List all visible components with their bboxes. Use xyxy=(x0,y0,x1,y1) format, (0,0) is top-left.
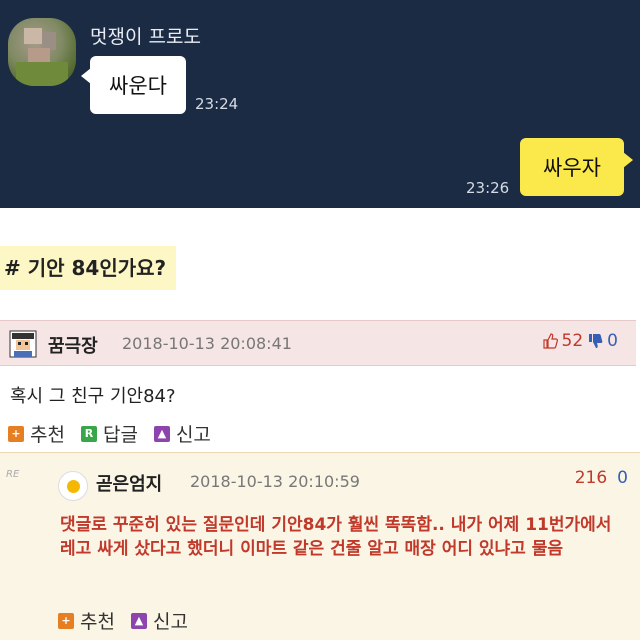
post-title: # 기안 84인가요? xyxy=(0,246,177,290)
recommend-button[interactable]: + 추천 xyxy=(8,420,65,447)
reply-text: 댓글로 꾸준히 있는 질문인데 기안84가 훨씬 똑똑함.. 내가 어제 11번… xyxy=(60,515,612,559)
comment-votes: 52 0 xyxy=(542,331,618,351)
sender-avatar[interactable] xyxy=(8,18,76,86)
sender-name: 멋쟁이 프로도 xyxy=(90,26,201,48)
incoming-message-bubble[interactable]: 싸운다 xyxy=(81,56,186,114)
reply-recommend-button[interactable]: + 추천 xyxy=(58,607,115,634)
reply-report-button[interactable]: ▲ 신고 xyxy=(130,607,188,634)
comment-downvote-count: 0 xyxy=(607,331,618,351)
reply-comment: RE 곧은엄지 2018-10-13 20:10:59 216 0 댓글로 꾸준… xyxy=(0,452,640,640)
reply-downvote-count[interactable]: 0 xyxy=(617,468,628,488)
reply-votes: 216 0 xyxy=(575,468,628,488)
reply-username[interactable]: 곧은엄지 xyxy=(96,470,162,496)
reply-report-label: 신고 xyxy=(152,611,188,633)
incoming-message-time: 23:24 xyxy=(195,95,239,113)
recommend-label: 추천 xyxy=(30,424,65,446)
reply-indicator: RE xyxy=(6,469,20,480)
reply-datetime: 2018-10-13 20:10:59 xyxy=(190,472,360,491)
reply-icon: R xyxy=(80,425,97,442)
reply-label: 답글 xyxy=(102,424,138,446)
reply-upvote-count[interactable]: 216 xyxy=(575,468,607,488)
comment-upvote-count: 52 xyxy=(561,331,584,351)
report-button[interactable]: ▲ 신고 xyxy=(153,420,211,447)
reply-button[interactable]: R 답글 xyxy=(80,420,138,447)
siren-icon: ▲ xyxy=(153,425,170,442)
thumb-down-icon[interactable] xyxy=(587,333,603,349)
thumb-up-icon[interactable] xyxy=(542,333,558,349)
comment-text: 혹시 그 친구 기안84? xyxy=(10,386,176,407)
egg-avatar-icon[interactable] xyxy=(58,471,88,501)
reply-recommend-label: 추천 xyxy=(80,611,115,633)
siren-icon: ▲ xyxy=(130,612,147,629)
chat-screenshot: 멋쟁이 프로도 싸운다 23:24 싸우자 23:26 xyxy=(0,0,640,208)
comment-actions: + 추천 R 답글 ▲ 신고 xyxy=(8,420,211,447)
comment-datetime: 2018-10-13 20:08:41 xyxy=(122,334,292,353)
comment-header: 꿈극장 2018-10-13 20:08:41 52 0 xyxy=(0,320,636,366)
report-label: 신고 xyxy=(175,424,211,446)
plus-icon: + xyxy=(8,425,24,442)
plus-icon: + xyxy=(58,612,74,629)
reply-actions: + 추천 ▲ 신고 xyxy=(58,607,188,634)
user-avatar-icon[interactable] xyxy=(8,329,38,359)
outgoing-message-bubble[interactable]: 싸우자 xyxy=(520,138,633,196)
outgoing-message-time: 23:26 xyxy=(466,179,510,197)
comment-username[interactable]: 꿈극장 xyxy=(48,332,98,358)
